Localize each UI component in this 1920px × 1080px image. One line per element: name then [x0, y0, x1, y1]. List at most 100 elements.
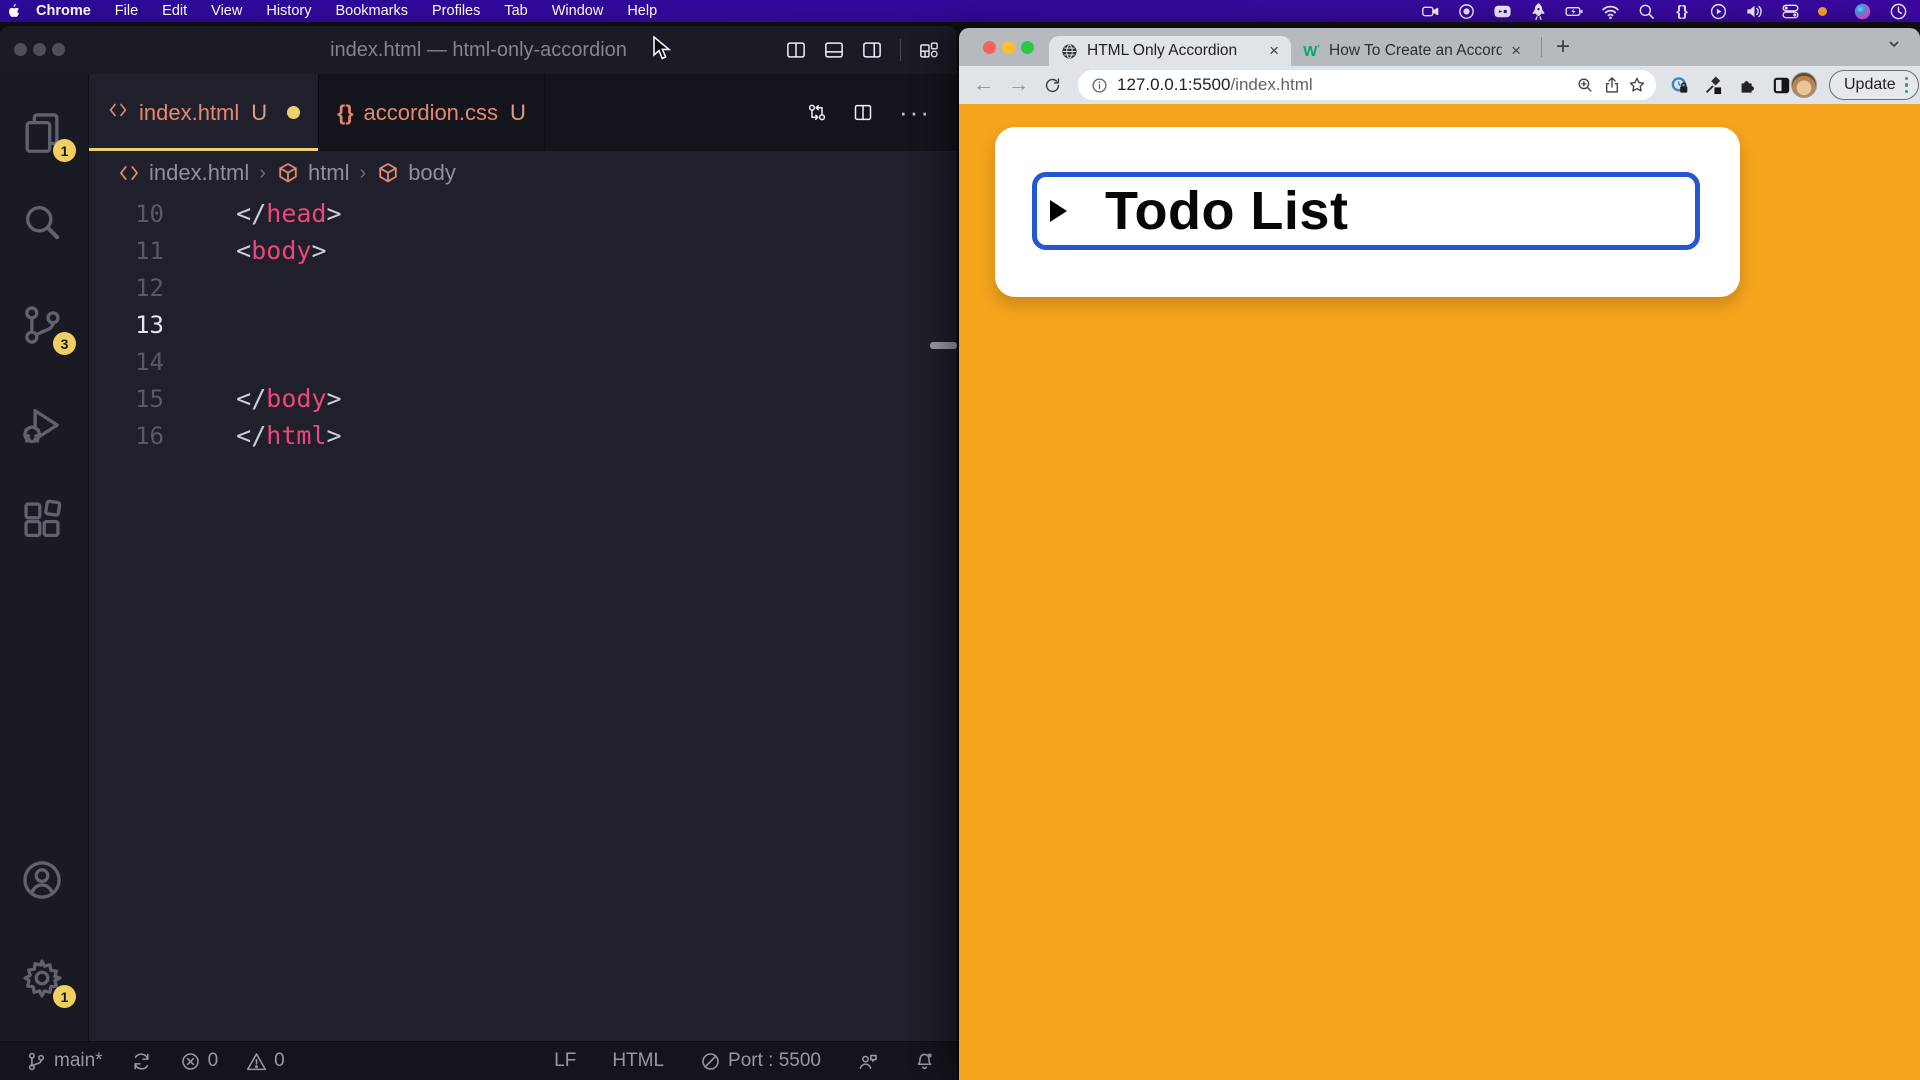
browser-tab[interactable]: HTML Only Accordion× — [1049, 36, 1291, 66]
editor-tab-accordion.css[interactable]: {}accordion.cssU — [319, 74, 545, 151]
puzzle-icon[interactable] — [1738, 76, 1757, 95]
status-html[interactable]: HTML — [612, 1050, 664, 1072]
video-camera-icon[interactable] — [1420, 1, 1440, 21]
update-button[interactable]: Update — [1829, 70, 1919, 100]
activity-search[interactable] — [20, 200, 68, 248]
layout-panel-icon[interactable] — [824, 40, 844, 60]
accordion-summary[interactable]: Todo List — [1032, 172, 1700, 250]
menu-file[interactable]: File — [115, 3, 138, 19]
breadcrumb[interactable]: index.html›html›body — [89, 151, 957, 195]
activity-run-debug[interactable] — [20, 403, 68, 451]
status-bell-dot[interactable] — [914, 1051, 935, 1072]
status-0[interactable]: 0 — [180, 1050, 219, 1072]
close-window-button[interactable] — [983, 41, 996, 54]
rocket-icon[interactable] — [1528, 1, 1548, 21]
menu-bookmarks[interactable]: Bookmarks — [335, 3, 408, 19]
accordion-card: Todo List — [995, 127, 1740, 297]
back-button[interactable]: ← — [973, 73, 994, 97]
half-square-icon[interactable] — [1772, 76, 1791, 95]
apple-icon[interactable] — [6, 3, 22, 19]
layout-columns-icon[interactable] — [786, 40, 806, 60]
siri-icon[interactable] — [1852, 1, 1872, 21]
camera-icon[interactable] — [1492, 1, 1512, 21]
menu-items: Chrome File Edit View History Bookmarks Profil… — [36, 3, 657, 19]
editor-scroll-handle[interactable] — [930, 342, 957, 349]
profile-avatar[interactable] — [1791, 72, 1817, 98]
activity-settings[interactable]: 1 — [20, 956, 68, 1004]
menu-chrome[interactable]: Chrome — [36, 3, 91, 19]
volume-icon[interactable] — [1744, 1, 1764, 21]
line-number: 10 — [89, 200, 164, 228]
breadcrumb-item[interactable]: html — [308, 160, 350, 186]
vscode-activity-bar: 1 3 1 — [0, 74, 89, 1042]
battery-icon[interactable] — [1564, 1, 1584, 21]
layout-custom-icon[interactable] — [919, 40, 939, 60]
recording-dot-icon[interactable] — [1816, 1, 1836, 21]
menu-window[interactable]: Window — [552, 3, 604, 19]
play-circle-icon[interactable] — [1708, 1, 1728, 21]
tab-separator — [1541, 37, 1542, 57]
menu-tab[interactable]: Tab — [504, 3, 527, 19]
forward-button[interactable]: → — [1008, 73, 1029, 97]
breadcrumb-item[interactable]: body — [408, 160, 456, 186]
clock-icon[interactable] — [1888, 1, 1908, 21]
unsaved-dot-icon[interactable] — [287, 106, 300, 119]
titlebar-separator — [900, 39, 901, 61]
site-info-icon[interactable] — [1091, 77, 1108, 94]
privacy-icon[interactable] — [1670, 76, 1689, 95]
url-path: /index.html — [1230, 75, 1312, 94]
braces-icon[interactable]: {} — [1672, 1, 1692, 21]
address-bar[interactable]: 127.0.0.1:5500/index.html — [1078, 70, 1656, 100]
chrome-menu-icon[interactable] — [1905, 77, 1909, 94]
wifi-icon[interactable] — [1600, 1, 1620, 21]
accordion-title: Todo List — [1105, 180, 1348, 242]
activity-extensions[interactable] — [20, 498, 68, 546]
search-icon[interactable] — [1636, 1, 1656, 21]
status-lf[interactable]: LF — [554, 1050, 576, 1072]
editor-tab-index.html[interactable]: index.htmlU — [89, 74, 319, 151]
line-content: </head> — [191, 199, 342, 228]
status-0[interactable]: 0 — [246, 1050, 285, 1072]
eyedropper-icon[interactable] — [1704, 76, 1723, 95]
menu-profiles[interactable]: Profiles — [432, 3, 480, 19]
status-port-5500[interactable]: Port : 5500 — [700, 1050, 821, 1072]
zoom-plus-icon[interactable] — [1576, 76, 1594, 99]
menu-view[interactable]: View — [211, 3, 242, 19]
bookmark-star-icon[interactable] — [1628, 76, 1646, 99]
html-code-icon — [107, 99, 129, 127]
tab-search-chevron-icon[interactable] — [1886, 36, 1902, 57]
status-feedback[interactable] — [857, 1051, 878, 1072]
more-actions-icon[interactable]: ··· — [899, 97, 931, 128]
new-tab-button[interactable]: + — [1550, 33, 1576, 61]
screen-record-icon[interactable] — [1456, 1, 1476, 21]
vscode-titlebar[interactable]: index.html — html-only-accordion — [0, 26, 957, 75]
tab-close-icon[interactable]: × — [1511, 41, 1521, 61]
macos-menu-bar: Chrome File Edit View History Bookmarks Profil… — [0, 0, 1920, 22]
compare-icon[interactable] — [807, 103, 827, 123]
git-status: U — [251, 100, 267, 126]
menu-history[interactable]: History — [266, 3, 311, 19]
code-editor[interactable]: 10 </head>11 <body>12131415 </body>16 </… — [89, 195, 957, 1042]
tab-close-icon[interactable]: × — [1269, 41, 1279, 61]
menu-help[interactable]: Help — [627, 3, 657, 19]
status-main-[interactable]: main* — [26, 1050, 103, 1072]
layout-split-icon[interactable] — [862, 40, 882, 60]
breadcrumb-item[interactable]: index.html — [149, 160, 249, 186]
zoom-window-button[interactable] — [1021, 41, 1034, 54]
status-sync[interactable] — [131, 1051, 152, 1072]
extension-icons — [1670, 76, 1791, 95]
activity-source-control[interactable]: 3 — [20, 303, 68, 351]
menu-edit[interactable]: Edit — [162, 3, 187, 19]
share-icon[interactable] — [1603, 76, 1621, 99]
activity-explorer[interactable]: 1 — [20, 110, 68, 158]
control-center-icon[interactable] — [1780, 1, 1800, 21]
minimize-window-button[interactable] — [1002, 41, 1015, 54]
browser-tab[interactable]: WʼHow To Create an Accordion× — [1291, 36, 1533, 66]
menu-status-icons: {} — [1420, 0, 1908, 22]
url-text[interactable]: 127.0.0.1:5500/index.html — [1117, 75, 1313, 95]
activity-account[interactable] — [20, 858, 68, 906]
symbol-cube-icon — [376, 161, 400, 185]
split-editor-icon[interactable] — [853, 103, 873, 123]
line-number: 12 — [89, 274, 164, 302]
reload-button[interactable] — [1043, 76, 1062, 95]
